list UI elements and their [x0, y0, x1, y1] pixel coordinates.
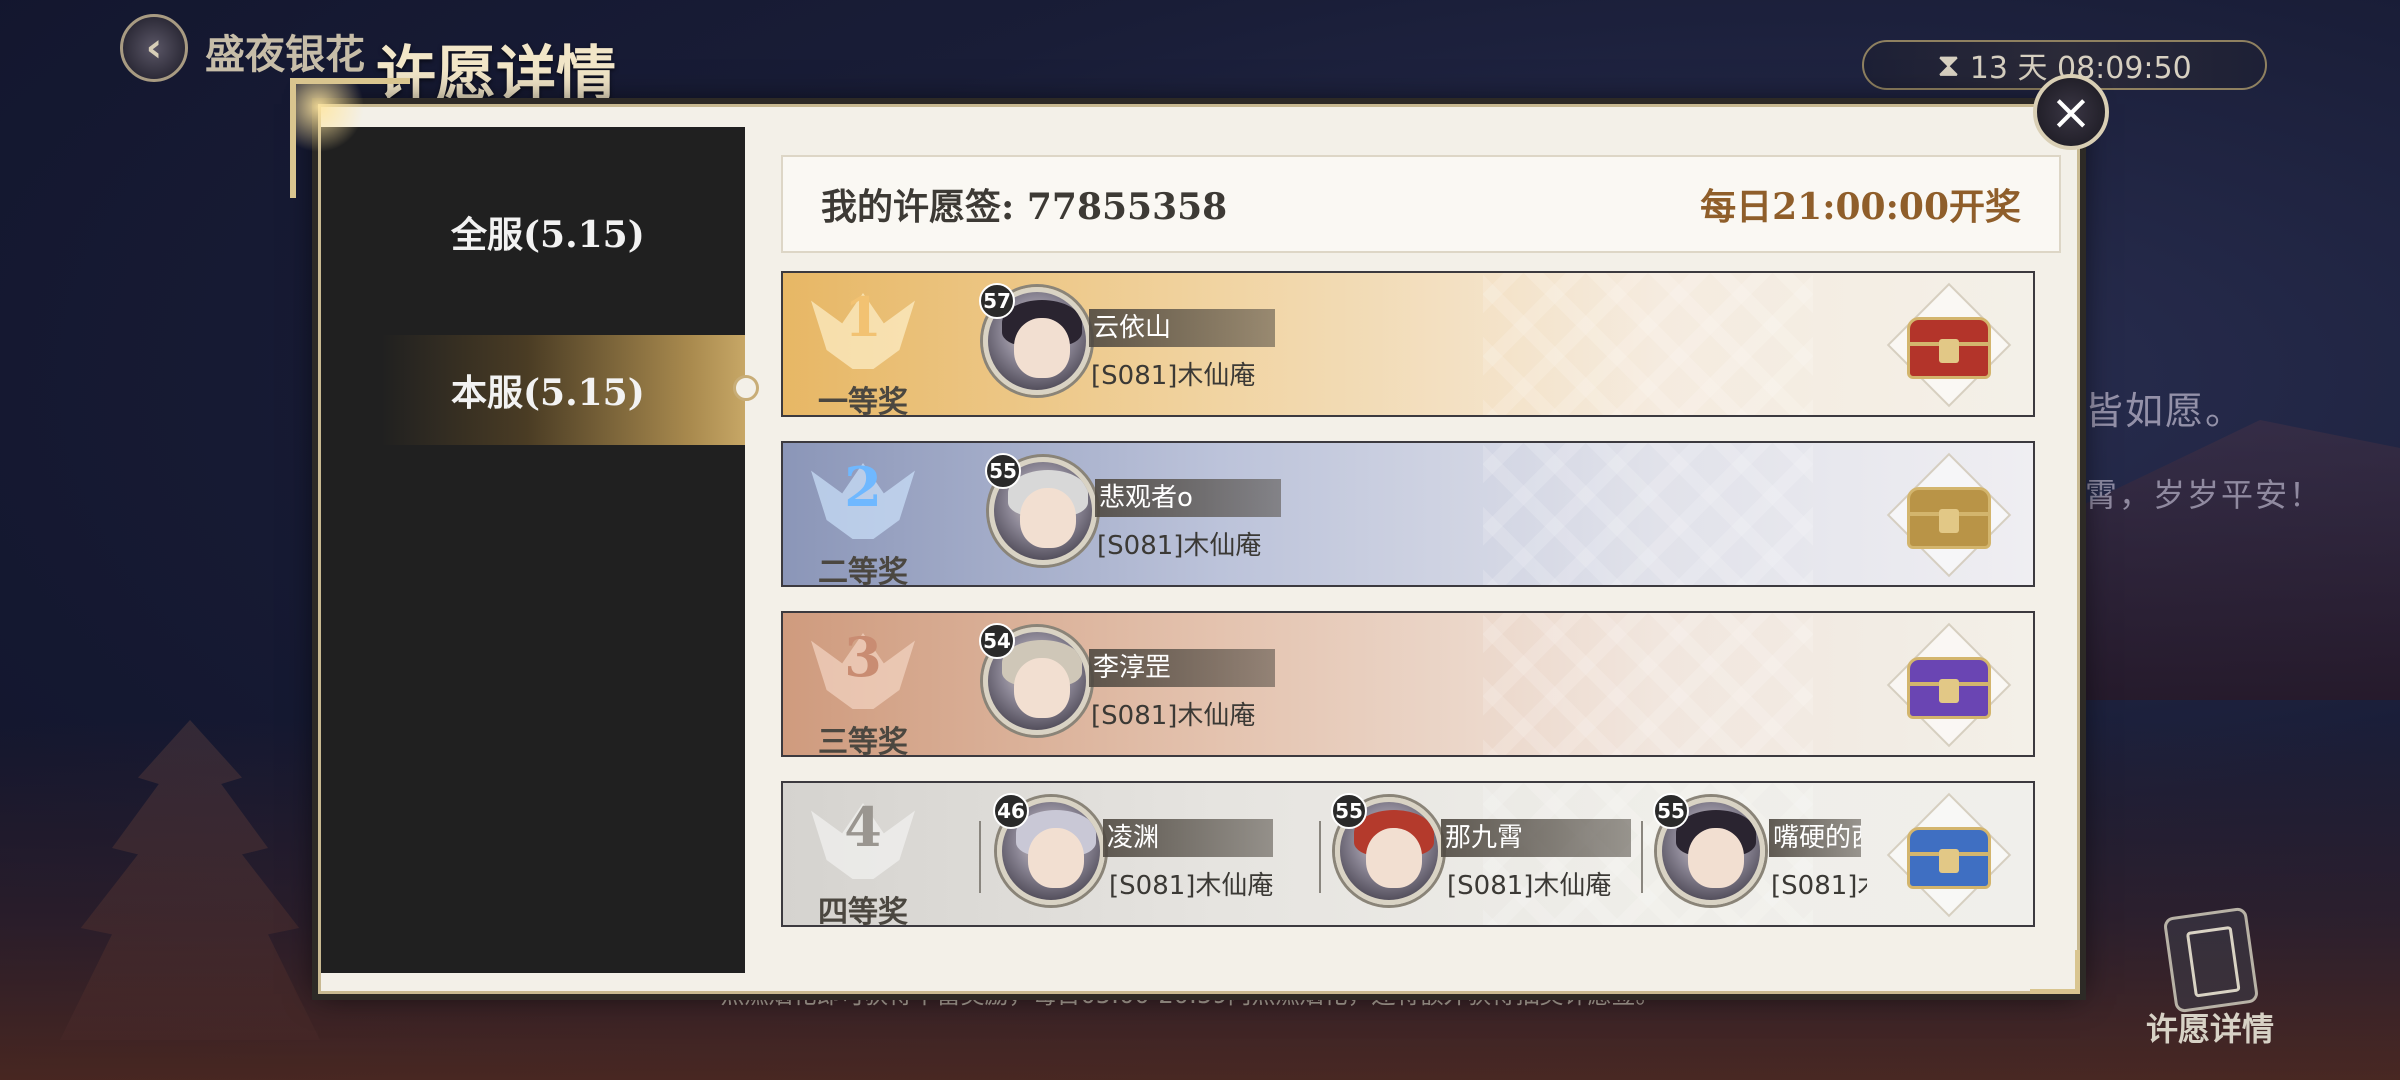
winner[interactable]: 54 李淳罡 [S081]木仙庵: [979, 623, 1303, 747]
background-text-2: 霄，岁岁平安！: [2085, 476, 2324, 514]
winner[interactable]: 55 嘴硬的西 [S081]木: [1653, 793, 1897, 917]
my-tickets-label: 我的许愿签:: [821, 186, 1015, 228]
winner-server: [S081]木仙庵: [1091, 361, 1256, 391]
prize-chest[interactable]: [1886, 622, 2012, 748]
close-icon: ×: [2050, 83, 2092, 141]
rank-label: 二等奖: [818, 555, 908, 587]
winner-server: [S081]木仙庵: [1447, 871, 1612, 901]
ornate-corner-icon: [2030, 950, 2080, 994]
winner-server: [S081]木: [1771, 871, 1867, 901]
winner-name: 那九霄: [1441, 819, 1631, 857]
tab-label: 全服(5.15): [451, 214, 645, 256]
winner-name: 悲观者o: [1095, 479, 1281, 517]
rank-badge: 4 四等奖: [803, 791, 923, 925]
tab-label: 本服(5.15): [451, 372, 645, 414]
back-button[interactable]: ‹: [120, 14, 188, 82]
level-badge: 55: [1331, 793, 1367, 829]
tab-all-servers[interactable]: 全服(5.15): [381, 177, 745, 287]
sidebar: 全服(5.15) 本服(5.15): [321, 127, 745, 973]
divider: [1319, 821, 1321, 893]
divider: [979, 821, 981, 893]
ornate-corner-icon: [290, 78, 410, 198]
rank-number: 3: [844, 625, 882, 689]
level-badge: 55: [985, 453, 1021, 489]
prize-row-3: 3 三等奖 54 李淳罡 [S081]木仙庵: [781, 611, 2035, 757]
winner-name: 凌渊: [1103, 819, 1273, 857]
row-pattern: [1483, 273, 1813, 415]
rank-badge: 3 三等奖: [803, 621, 923, 755]
winner-name: 云依山: [1089, 309, 1275, 347]
level-badge: 55: [1653, 793, 1689, 829]
prize-row-4: 4 四等奖 46 凌渊 [S081]木仙庵 55 那九霄 [S081]木仙庵 5…: [781, 781, 2035, 927]
divider: [1641, 821, 1643, 893]
my-tickets: 我的许愿签: 77855358: [821, 178, 1227, 230]
row-pattern: [1483, 443, 1813, 585]
ticket-header: 我的许愿签: 77855358 每日21:00:00开奖: [781, 155, 2061, 253]
background-roof: [2050, 420, 2400, 700]
prize-chest[interactable]: [1886, 792, 2012, 918]
close-button[interactable]: ×: [2033, 74, 2109, 150]
winner-server: [S081]木仙庵: [1091, 701, 1256, 731]
rank-label: 一等奖: [818, 385, 908, 417]
winner-server: [S081]木仙庵: [1097, 531, 1262, 561]
draw-time: 每日21:00:00开奖: [1700, 186, 2021, 228]
winner-name: 李淳罡: [1089, 649, 1275, 687]
tab-this-server[interactable]: 本服(5.15): [381, 335, 745, 445]
level-badge: 54: [979, 623, 1015, 659]
wish-details-button[interactable]: 许愿详情: [2145, 906, 2275, 1062]
page-title: 许愿详情: [376, 40, 616, 110]
winner-server: [S081]木仙庵: [1109, 871, 1274, 901]
chevron-left-icon: ‹: [145, 25, 163, 71]
rank-label: 四等奖: [818, 895, 908, 927]
prize-row-2: 2 二等奖 55 悲观者o [S081]木仙庵: [781, 441, 2035, 587]
wish-details-label: 许愿详情: [2145, 1010, 2274, 1048]
rank-number: 1: [844, 285, 882, 349]
winner-name: 嘴硬的西: [1769, 819, 1861, 857]
winner[interactable]: 46 凌渊 [S081]木仙庵: [993, 793, 1297, 917]
prize-row-1: 1 一等奖 57 云依山 [S081]木仙庵: [781, 271, 2035, 417]
winner[interactable]: 55 悲观者o [S081]木仙庵: [985, 453, 1309, 577]
event-subtitle: 盛夜银花: [205, 31, 365, 78]
rank-label: 三等奖: [818, 725, 908, 757]
my-tickets-value: 77855358: [1026, 186, 1228, 228]
rank-badge: 2 二等奖: [803, 451, 923, 585]
level-badge: 57: [979, 283, 1015, 319]
rank-number: 4: [844, 795, 882, 859]
rank-badge: 1 一等奖: [803, 281, 923, 415]
winner[interactable]: 55 那九霄 [S081]木仙庵: [1331, 793, 1635, 917]
winner[interactable]: 57 云依山 [S081]木仙庵: [979, 283, 1303, 407]
background-text-1: 皆如愿。: [2085, 389, 2246, 433]
wish-details-modal: 全服(5.15) 本服(5.15) 我的许愿签: 77855358 每日21:0…: [318, 104, 2080, 994]
row-pattern: [1483, 613, 1813, 755]
prize-chest[interactable]: [1886, 452, 2012, 578]
prize-chest[interactable]: [1886, 282, 2012, 408]
wish-details-icon: [2162, 906, 2260, 1014]
rank-number: 2: [844, 455, 882, 519]
level-badge: 46: [993, 793, 1029, 829]
hourglass-icon: ⧗: [1937, 45, 1960, 84]
selected-tab-indicator: [733, 375, 759, 401]
